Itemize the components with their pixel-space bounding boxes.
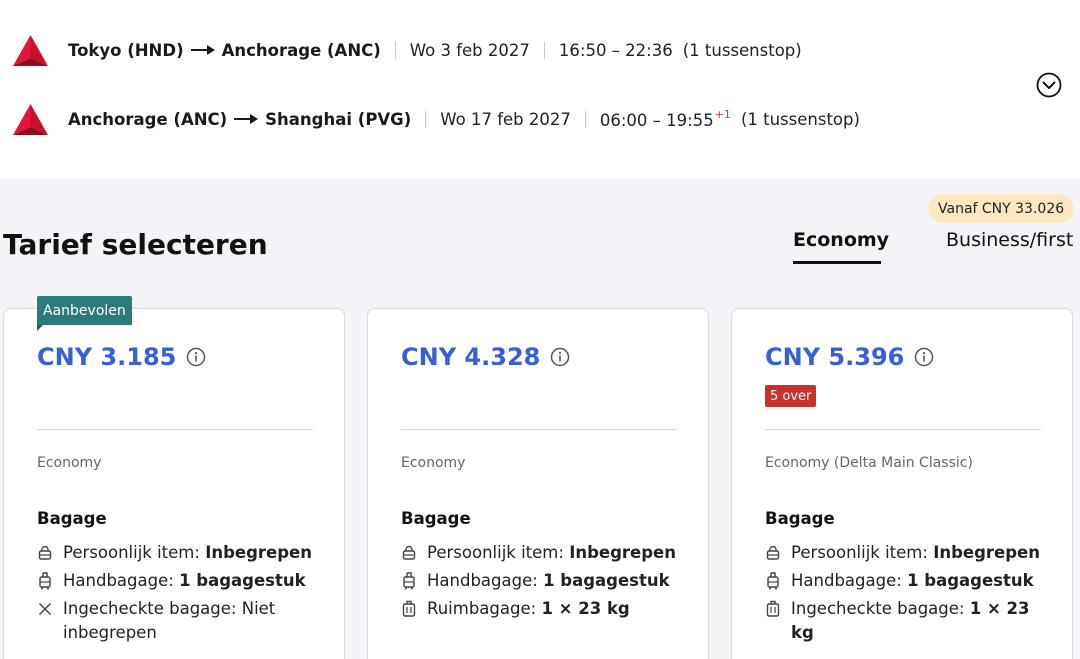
baggage-item-checked: Ingecheckte bagage: Niet inbegrepen: [37, 597, 327, 645]
baggage-text: Handbagage: 1 bagagestuk: [427, 571, 670, 590]
baggage-item-carry-on: Handbagage: 1 bagagestuk: [37, 569, 327, 593]
chevron-down-circle-icon[interactable]: [1036, 72, 1062, 98]
baggage-text: Ingecheckte bagage: Niet inbegrepen: [63, 599, 276, 642]
personal-item-icon: [37, 541, 53, 565]
baggage-item-personal: Persoonlijk item: Inbegrepen: [401, 541, 691, 565]
flight-leg-1: Tokyo (HND) Anchorage (ANC) Wo 3 feb 202…: [12, 32, 802, 68]
cabin-class: Economy (Delta Main Classic): [765, 455, 973, 471]
info-icon[interactable]: [914, 347, 934, 367]
baggage-text: Ruimbagage: 1 × 23 kg: [427, 599, 630, 618]
baggage-text: Persoonlijk item: Inbegrepen: [63, 543, 312, 562]
flight-time: 06:00 – 19:55+1: [600, 108, 731, 130]
info-icon[interactable]: [550, 347, 570, 367]
baggage-text: Handbagage: 1 bagagestuk: [63, 571, 306, 590]
flight-time: 16:50 – 22:36: [558, 40, 673, 60]
flight-stops: (1 tussenstop): [682, 40, 802, 60]
delta-logo-icon: [12, 103, 49, 136]
baggage-item-personal: Persoonlijk item: Inbegrepen: [765, 541, 1055, 565]
baggage-text: Ingecheckte bagage: 1 × 23 kg: [791, 599, 1030, 642]
arrow-right-icon: [234, 114, 259, 124]
baggage-text: Handbagage: 1 bagagestuk: [791, 571, 1034, 590]
price-row: CNY 5.396: [765, 343, 934, 371]
checked-bag-icon: [401, 597, 417, 621]
flight-time-range: 06:00 – 19:55: [599, 111, 714, 130]
price-row: CNY 3.185: [37, 343, 206, 371]
tab-business-first[interactable]: Business/first: [946, 229, 1073, 251]
route: Tokyo (HND) Anchorage (ANC): [68, 41, 381, 60]
origin: Tokyo (HND): [68, 40, 184, 60]
fare-price: CNY 5.396: [765, 343, 905, 371]
baggage-list: Persoonlijk item: Inbegrepen Handbagage:…: [765, 541, 1055, 649]
baggage-text: Persoonlijk item: Inbegrepen: [427, 543, 676, 562]
delta-logo-icon: [12, 34, 49, 67]
price-row: CNY 4.328: [401, 343, 570, 371]
fare-card[interactable]: Aanbevolen CNY 3.185 Economy Bagage Pers…: [3, 296, 345, 659]
flight-leg-2: Anchorage (ANC) Shanghai (PVG) Wo 17 feb…: [12, 101, 860, 137]
itinerary-header: Tokyo (HND) Anchorage (ANC) Wo 3 feb 202…: [0, 0, 1080, 178]
baggage-list: Persoonlijk item: Inbegrepen Handbagage:…: [37, 541, 327, 649]
baggage-list: Persoonlijk item: Inbegrepen Handbagage:…: [401, 541, 691, 625]
x-icon: [37, 597, 53, 621]
carry-on-icon: [765, 569, 781, 593]
carry-on-icon: [401, 569, 417, 593]
info-icon[interactable]: [186, 347, 206, 367]
separator: [425, 110, 427, 128]
cabin-class: Economy: [401, 455, 466, 471]
separator: [543, 41, 545, 59]
seats-left-badge: 5 over: [765, 385, 817, 407]
arrow-right-icon: [190, 45, 215, 55]
destination: Anchorage (ANC): [221, 40, 381, 60]
baggage-heading: Bagage: [765, 509, 835, 528]
plus-day: +1: [714, 108, 731, 121]
fare-card[interactable]: CNY 4.328 Economy Bagage Persoonlijk ite…: [367, 308, 709, 659]
flight-date: Wo 17 feb 2027: [440, 109, 571, 129]
origin: Anchorage (ANC): [68, 109, 228, 129]
business-from-price-badge: Vanaf CNY 33.026: [928, 194, 1075, 223]
fare-card[interactable]: CNY 5.396 5 over Economy (Delta Main Cla…: [731, 308, 1073, 659]
fare-price: CNY 3.185: [37, 343, 177, 371]
route: Anchorage (ANC) Shanghai (PVG): [68, 110, 411, 129]
fare-price: CNY 4.328: [401, 343, 541, 371]
tab-active-indicator: [793, 261, 881, 264]
baggage-item-checked: Ingecheckte bagage: 1 × 23 kg: [765, 597, 1055, 645]
separator: [394, 41, 396, 59]
divider: [401, 429, 677, 430]
baggage-item-carry-on: Handbagage: 1 bagagestuk: [401, 569, 691, 593]
baggage-item-checked: Ruimbagage: 1 × 23 kg: [401, 597, 691, 621]
baggage-item-personal: Persoonlijk item: Inbegrepen: [37, 541, 327, 565]
divider: [765, 429, 1041, 430]
carry-on-icon: [37, 569, 53, 593]
baggage-heading: Bagage: [401, 509, 471, 528]
personal-item-icon: [765, 541, 781, 565]
destination: Shanghai (PVG): [265, 109, 412, 129]
page-title: Tarief selecteren: [3, 228, 268, 261]
tab-economy[interactable]: Economy: [793, 229, 889, 251]
divider: [37, 429, 313, 430]
separator: [584, 110, 586, 128]
flight-date: Wo 3 feb 2027: [409, 40, 530, 60]
cabin-class: Economy: [37, 455, 102, 471]
baggage-text: Persoonlijk item: Inbegrepen: [791, 543, 1040, 562]
baggage-item-carry-on: Handbagage: 1 bagagestuk: [765, 569, 1055, 593]
baggage-heading: Bagage: [37, 509, 107, 528]
recommended-ribbon: Aanbevolen: [37, 296, 132, 331]
flight-stops: (1 tussenstop): [740, 109, 860, 129]
personal-item-icon: [401, 541, 417, 565]
checked-bag-icon: [765, 597, 781, 621]
